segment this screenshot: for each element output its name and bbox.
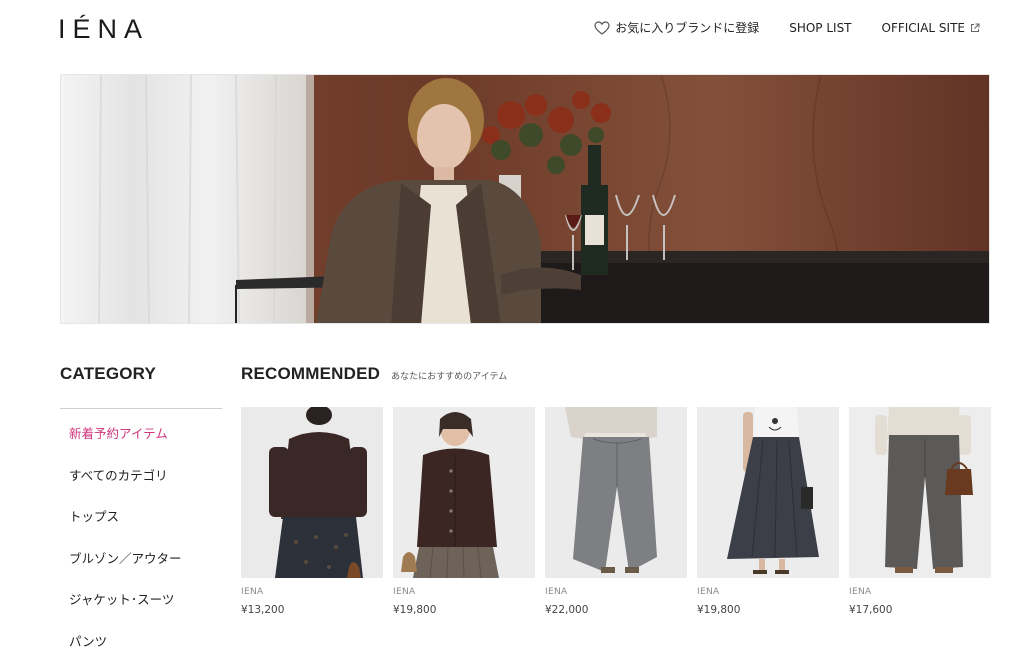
product-brand: IENA: [545, 587, 568, 597]
product-image: [393, 407, 535, 578]
product-price: ¥13,200: [241, 604, 285, 616]
product-card[interactable]: IENA ¥17,600: [849, 407, 991, 616]
product-price: ¥19,800: [393, 604, 437, 616]
category-sidebar: CATEGORY 新着予約アイテム すべてのカテゴリ トップス ブルゾン／アウタ…: [60, 364, 222, 656]
brand-logo[interactable]: IÉNA: [58, 14, 149, 45]
favorite-brand-label: お気に入りブランドに登録: [615, 21, 760, 35]
recommended-subtitle: あなたにおすすめのアイテム: [391, 372, 508, 382]
hero-banner[interactable]: [60, 74, 990, 324]
category-item-tops[interactable]: トップス: [69, 509, 222, 551]
shop-list-link[interactable]: SHOP LIST: [789, 21, 851, 35]
product-card[interactable]: IENA ¥13,200: [241, 407, 383, 616]
product-grid: IENA ¥13,200 IENA ¥19,800 IENA ¥22,000 I…: [241, 407, 991, 616]
product-image: [697, 407, 839, 578]
category-item-pants[interactable]: パンツ: [69, 634, 222, 656]
product-card[interactable]: IENA ¥19,800: [393, 407, 535, 616]
category-item-blouson-outer[interactable]: ブルゾン／アウター: [69, 551, 222, 593]
external-link-icon: [970, 23, 980, 33]
product-image: [849, 407, 991, 578]
product-image: [545, 407, 687, 578]
official-site-link[interactable]: OFFICIAL SITE: [882, 21, 980, 35]
header-nav: お気に入りブランドに登録 SHOP LIST OFFICIAL SITE: [594, 19, 980, 36]
product-card[interactable]: IENA ¥22,000: [545, 407, 687, 616]
product-brand: IENA: [241, 587, 264, 597]
category-item-new-preorder[interactable]: 新着予約アイテム: [69, 426, 222, 468]
category-item-all[interactable]: すべてのカテゴリ: [69, 468, 222, 510]
official-site-label: OFFICIAL SITE: [881, 20, 965, 35]
recommended-heading: RECOMMENDED: [241, 364, 381, 383]
product-brand: IENA: [697, 587, 720, 597]
category-heading: CATEGORY: [60, 364, 157, 383]
category-list: 新着予約アイテム すべてのカテゴリ トップス ブルゾン／アウター ジャケット･ス…: [69, 426, 222, 656]
product-price: ¥17,600: [849, 604, 893, 616]
product-price: ¥19,800: [697, 604, 741, 616]
recommended-header: RECOMMENDED あなたにおすすめのアイテム: [241, 364, 507, 384]
hero-banner-image: [61, 75, 989, 323]
product-brand: IENA: [393, 587, 416, 597]
category-item-jacket-suits[interactable]: ジャケット･スーツ: [69, 592, 222, 634]
shop-list-label: SHOP LIST: [789, 20, 852, 35]
product-price: ¥22,000: [545, 604, 589, 616]
category-divider: [60, 408, 222, 409]
product-card[interactable]: IENA ¥19,800: [697, 407, 839, 616]
favorite-brand-button[interactable]: お気に入りブランドに登録: [594, 19, 759, 36]
product-image: [241, 407, 383, 578]
product-brand: IENA: [849, 587, 872, 597]
heart-icon: [594, 20, 610, 35]
